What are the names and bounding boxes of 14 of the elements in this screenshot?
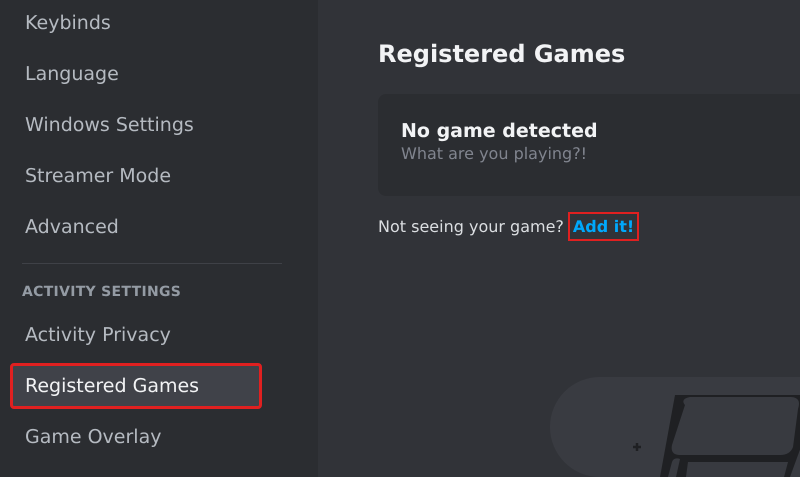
sidebar-item[interactable]: Registered Games <box>10 363 262 409</box>
sidebar-item[interactable]: Windows Settings <box>10 102 296 148</box>
sidebar-item[interactable]: Keybinds <box>10 0 296 46</box>
sidebar-item[interactable]: Advanced <box>10 204 296 250</box>
section-header: ACTIVITY SETTINGS <box>21 283 182 302</box>
card-title: No game detected <box>401 120 599 142</box>
page-title: Registered Games <box>378 40 626 68</box>
add-game-link[interactable]: Add it! <box>568 212 640 241</box>
sidebar-item[interactable]: Game Overlay <box>10 414 296 460</box>
sidebar-item[interactable]: Activity Privacy <box>10 312 296 358</box>
sidebar-item[interactable]: Streamer Mode <box>10 153 296 199</box>
sidebar-item[interactable]: Language <box>10 51 296 97</box>
card-subtitle: What are you playing?! <box>401 144 588 163</box>
prompt-text: Not seeing your game? <box>378 217 564 236</box>
